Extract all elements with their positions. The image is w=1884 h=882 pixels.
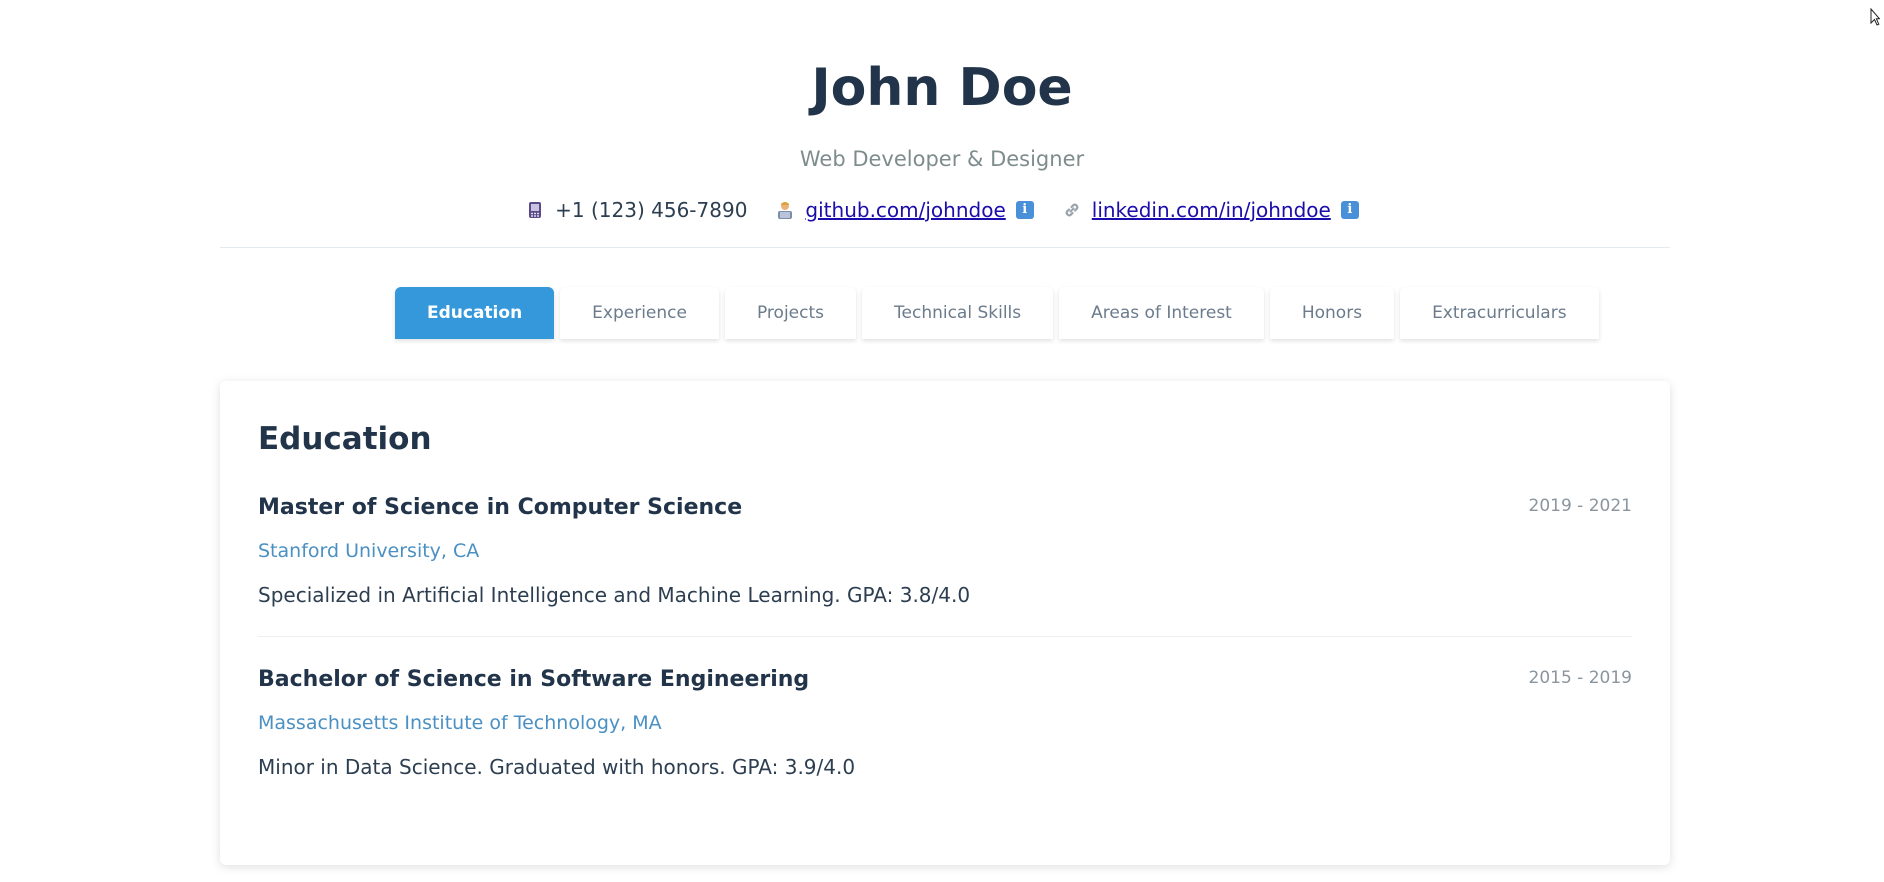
resume-header: John Doe Web Developer & Designer +1 (12…: [0, 0, 1884, 223]
person-name: John Doe: [811, 58, 1073, 118]
entry-description: Specialized in Artificial Intelligence a…: [258, 583, 971, 607]
school-name: Massachusetts Institute of Technology, M…: [258, 712, 662, 734]
linkedin-link[interactable]: linkedin.com/in/johndoe: [1092, 197, 1331, 223]
contact-linkedin: linkedin.com/in/johndoe i: [1062, 197, 1359, 223]
school-name: Stanford University, CA: [258, 540, 480, 562]
info-icon[interactable]: i: [1015, 201, 1034, 219]
phone-number: +1 (123) 456-7890: [555, 198, 748, 222]
date-range: 2019 - 2021: [1528, 496, 1632, 516]
contact-phone: +1 (123) 456-7890: [525, 197, 747, 223]
header-divider: [220, 247, 1670, 248]
link-icon: [1062, 200, 1082, 220]
tab-technical-skills[interactable]: Technical Skills: [862, 287, 1054, 339]
contact-github: github.com/johndoe i: [775, 197, 1034, 223]
education-entry: Master of Science in Computer Science 20…: [258, 493, 1632, 637]
phone-icon: [525, 200, 545, 220]
info-icon[interactable]: i: [1340, 201, 1359, 219]
tab-honors[interactable]: Honors: [1269, 287, 1395, 339]
tab-education[interactable]: Education: [395, 287, 555, 339]
tab-areas-of-interest[interactable]: Areas of Interest: [1059, 287, 1264, 339]
mouse-cursor-icon: [1870, 8, 1880, 26]
education-card: Education Master of Science in Computer …: [220, 381, 1670, 865]
person-title: Web Developer & Designer: [799, 147, 1085, 171]
contact-bar: +1 (123) 456-7890 github.com/johndoe i l…: [0, 197, 1884, 223]
developer-icon: [775, 200, 795, 220]
degree-title: Bachelor of Science in Software Engineer…: [258, 667, 810, 692]
section-tabs: Education Experience Projects Technical …: [395, 287, 1605, 339]
tab-experience[interactable]: Experience: [560, 287, 719, 339]
entry-description: Minor in Data Science. Graduated with ho…: [258, 755, 856, 779]
degree-title: Master of Science in Computer Science: [258, 495, 743, 520]
tab-projects[interactable]: Projects: [724, 287, 857, 339]
section-title: Education: [258, 421, 432, 457]
tab-extracurriculars[interactable]: Extracurriculars: [1400, 287, 1599, 339]
date-range: 2015 - 2019: [1528, 668, 1632, 688]
github-link[interactable]: github.com/johndoe: [805, 197, 1005, 223]
education-entry: Bachelor of Science in Software Engineer…: [258, 665, 1632, 780]
